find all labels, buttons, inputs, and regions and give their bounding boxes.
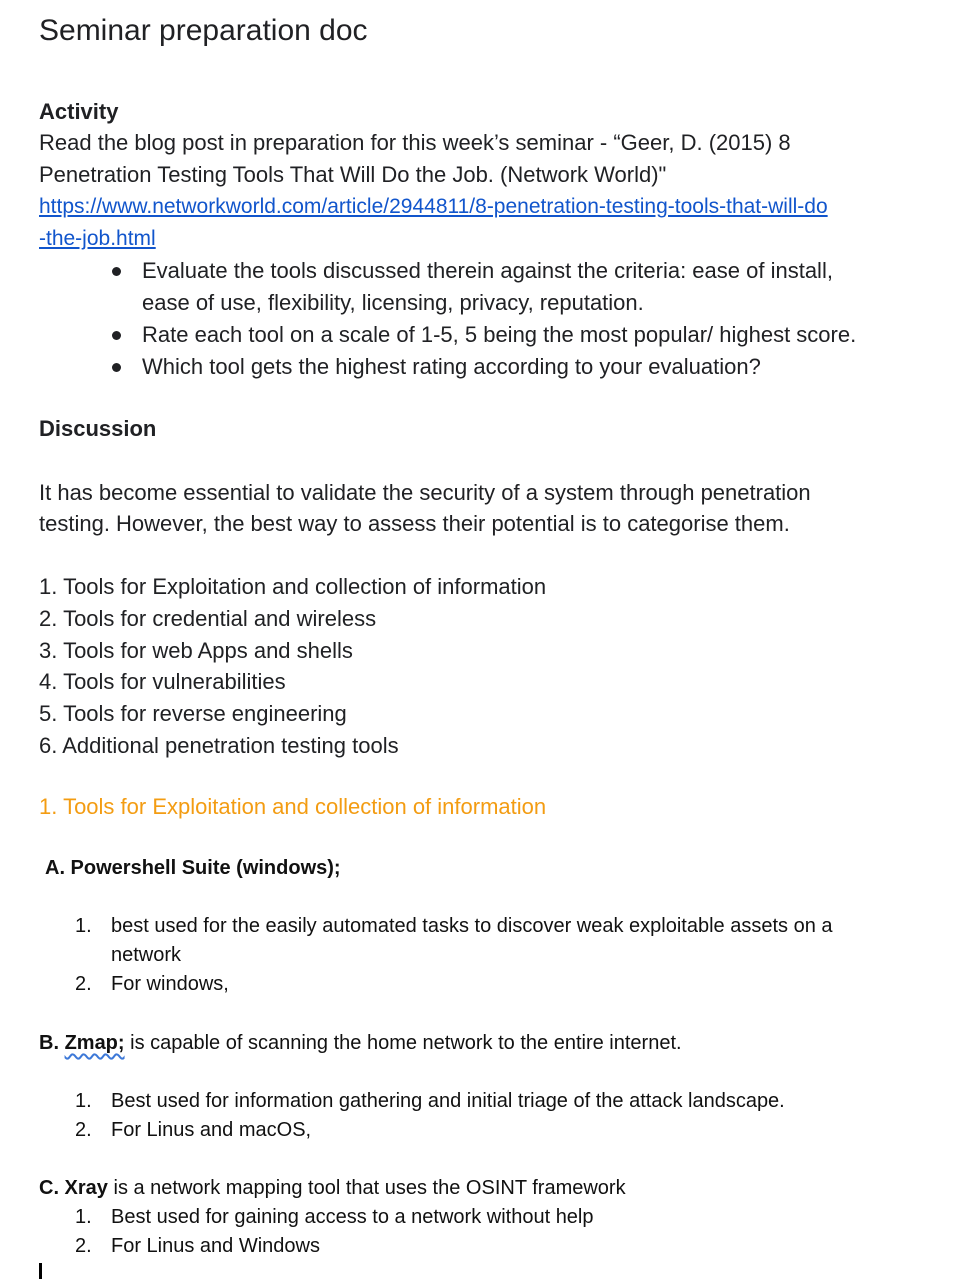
tool-b-name: Zmap; <box>64 1032 125 1054</box>
bullet-dot-icon <box>112 331 121 340</box>
tool-b-prefix: B. <box>39 1032 65 1054</box>
tool-c-item-2-num: 2. <box>75 1235 92 1257</box>
tool-c-desc: is a network mapping tool that uses the … <box>107 1177 626 1199</box>
tool-c-line: C. Xray is a network mapping tool that u… <box>39 1177 626 1200</box>
activity-bullet-1: Evaluate the tools discussed therein aga… <box>142 258 833 283</box>
tool-b-item-2-num: 2. <box>75 1119 92 1141</box>
discussion-para-line-2: testing. However, the best way to assess… <box>39 511 790 536</box>
tool-b-desc: is capable of scanning the home network … <box>124 1032 682 1054</box>
document-page: Seminar preparation doc Activity Read th… <box>0 0 967 1279</box>
text-cursor <box>39 1263 42 1279</box>
tool-a-title: A. Powershell Suite (windows); <box>45 857 341 879</box>
article-link-line-2[interactable]: -the-job.html <box>39 227 156 251</box>
article-link-line-1[interactable]: https://www.networkworld.com/article/294… <box>39 195 828 219</box>
activity-heading: Activity <box>39 99 119 124</box>
tool-a-item-2-text: For windows, <box>111 973 229 995</box>
discussion-heading: Discussion <box>39 416 157 441</box>
category-item-5: 5. Tools for reverse engineering <box>39 701 347 726</box>
doc-title: Seminar preparation doc <box>39 14 368 47</box>
tool-a-item-1-line-1: best used for the easily automated tasks… <box>111 915 833 937</box>
category-item-1: 1. Tools for Exploitation and collection… <box>39 574 547 599</box>
activity-intro-line-2: Penetration Testing Tools That Will Do t… <box>39 162 667 187</box>
tool-a-item-2-num: 2. <box>75 973 92 995</box>
tool-c-item-2-text: For Linus and Windows <box>111 1235 320 1257</box>
category-item-2: 2. Tools for credential and wireless <box>39 606 377 631</box>
tool-c-prefix: C. Xray <box>39 1177 108 1199</box>
activity-bullet-3: Which tool gets the highest rating accor… <box>142 354 761 379</box>
tool-b-item-1-text: Best used for information gathering and … <box>111 1090 785 1112</box>
discussion-para-line-1: It has become essential to validate the … <box>39 480 811 505</box>
section-heading-exploitation: 1. Tools for Exploitation and collection… <box>39 794 547 819</box>
category-item-3: 3. Tools for web Apps and shells <box>39 638 353 663</box>
activity-intro-line-1: Read the blog post in preparation for th… <box>39 130 791 155</box>
bullet-dot-icon <box>112 267 121 276</box>
category-item-6: 6. Additional penetration testing tools <box>39 733 399 758</box>
activity-bullet-2: Rate each tool on a scale of 1-5, 5 bein… <box>142 322 857 347</box>
tool-a-item-1-num: 1. <box>75 915 92 937</box>
category-item-4: 4. Tools for vulnerabilities <box>39 669 286 694</box>
tool-a-item-1-line-2: network <box>111 944 182 966</box>
tool-b-line: B. Zmap; is capable of scanning the home… <box>39 1032 682 1055</box>
tool-c-item-1-text: Best used for gaining access to a networ… <box>111 1206 594 1228</box>
bullet-dot-icon <box>112 363 121 372</box>
tool-b-item-1-num: 1. <box>75 1090 92 1112</box>
activity-bullet-1-cont: ease of use, flexibility, licensing, pri… <box>142 290 644 315</box>
tool-b-item-2-text: For Linus and macOS, <box>111 1119 312 1141</box>
tool-c-item-1-num: 1. <box>75 1206 92 1228</box>
